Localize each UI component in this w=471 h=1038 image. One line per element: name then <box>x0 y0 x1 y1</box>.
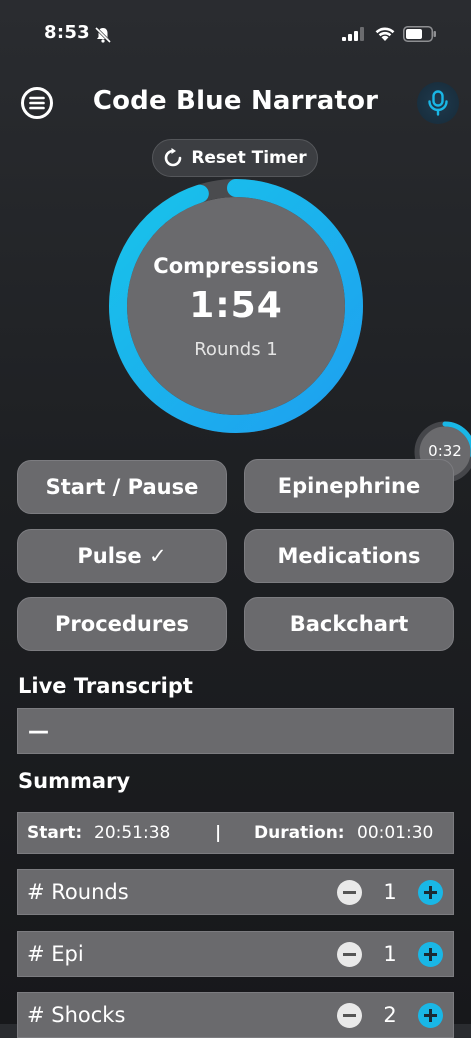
shocks-counter-value: 2 <box>383 1003 397 1027</box>
rounds-decrement-button[interactable] <box>337 880 362 905</box>
epi-counter-value: 1 <box>383 942 397 966</box>
timer-phase-label: Compressions <box>153 254 319 278</box>
rounds-counter-value: 1 <box>383 880 397 904</box>
rounds-counter-row: # Rounds 1 <box>17 869 454 915</box>
epinephrine-button[interactable]: Epinephrine <box>244 459 454 513</box>
timer-time: 1:54 <box>189 285 283 326</box>
mini-timer-time: 0:32 <box>428 442 462 460</box>
shocks-counter-label: # Shocks <box>27 1003 126 1027</box>
summary-bar: Start: 20:51:38 | Duration: 00:01:30 <box>17 812 454 854</box>
live-transcript-heading: Live Transcript <box>18 674 193 698</box>
reset-icon <box>165 148 182 167</box>
summary-heading: Summary <box>18 769 131 793</box>
status-bar: 8:53 <box>0 0 471 64</box>
medications-button[interactable]: Medications <box>244 529 454 583</box>
reset-timer-label: Reset Timer <box>191 148 307 168</box>
backchart-button[interactable]: Backchart <box>244 597 454 651</box>
live-transcript-box: — <box>17 708 454 754</box>
microphone-button[interactable] <box>417 82 459 124</box>
epi-increment-button[interactable] <box>418 942 443 967</box>
start-pause-button[interactable]: Start / Pause <box>17 460 227 514</box>
epi-counter-label: # Epi <box>27 942 84 966</box>
pulse-button[interactable]: Pulse ✓ <box>17 529 227 583</box>
summary-duration-label: Duration: <box>254 823 345 843</box>
bell-slash-icon <box>94 26 112 44</box>
summary-separator: | <box>215 823 222 843</box>
shocks-increment-button[interactable] <box>418 1003 443 1028</box>
status-time: 8:53 <box>44 22 90 43</box>
epi-counter-row: # Epi 1 <box>17 931 454 977</box>
epi-decrement-button[interactable] <box>337 942 362 967</box>
summary-start-value: 20:51:38 <box>94 823 171 843</box>
timer-rounds: Rounds 1 <box>194 339 278 360</box>
rounds-increment-button[interactable] <box>418 880 443 905</box>
shocks-counter-row: # Shocks 2 <box>17 992 454 1038</box>
rounds-counter-label: # Rounds <box>27 880 129 904</box>
battery-icon <box>403 26 436 42</box>
procedures-button[interactable]: Procedures <box>17 597 227 651</box>
summary-duration-value: 00:01:30 <box>357 823 434 843</box>
microphone-icon <box>428 90 448 116</box>
wifi-icon <box>375 27 395 41</box>
shocks-decrement-button[interactable] <box>337 1003 362 1028</box>
reset-timer-button[interactable]: Reset Timer <box>152 139 318 177</box>
summary-start-label: Start: <box>27 823 83 843</box>
app-title: Code Blue Narrator <box>92 86 379 116</box>
cellular-signal-icon <box>342 27 364 41</box>
